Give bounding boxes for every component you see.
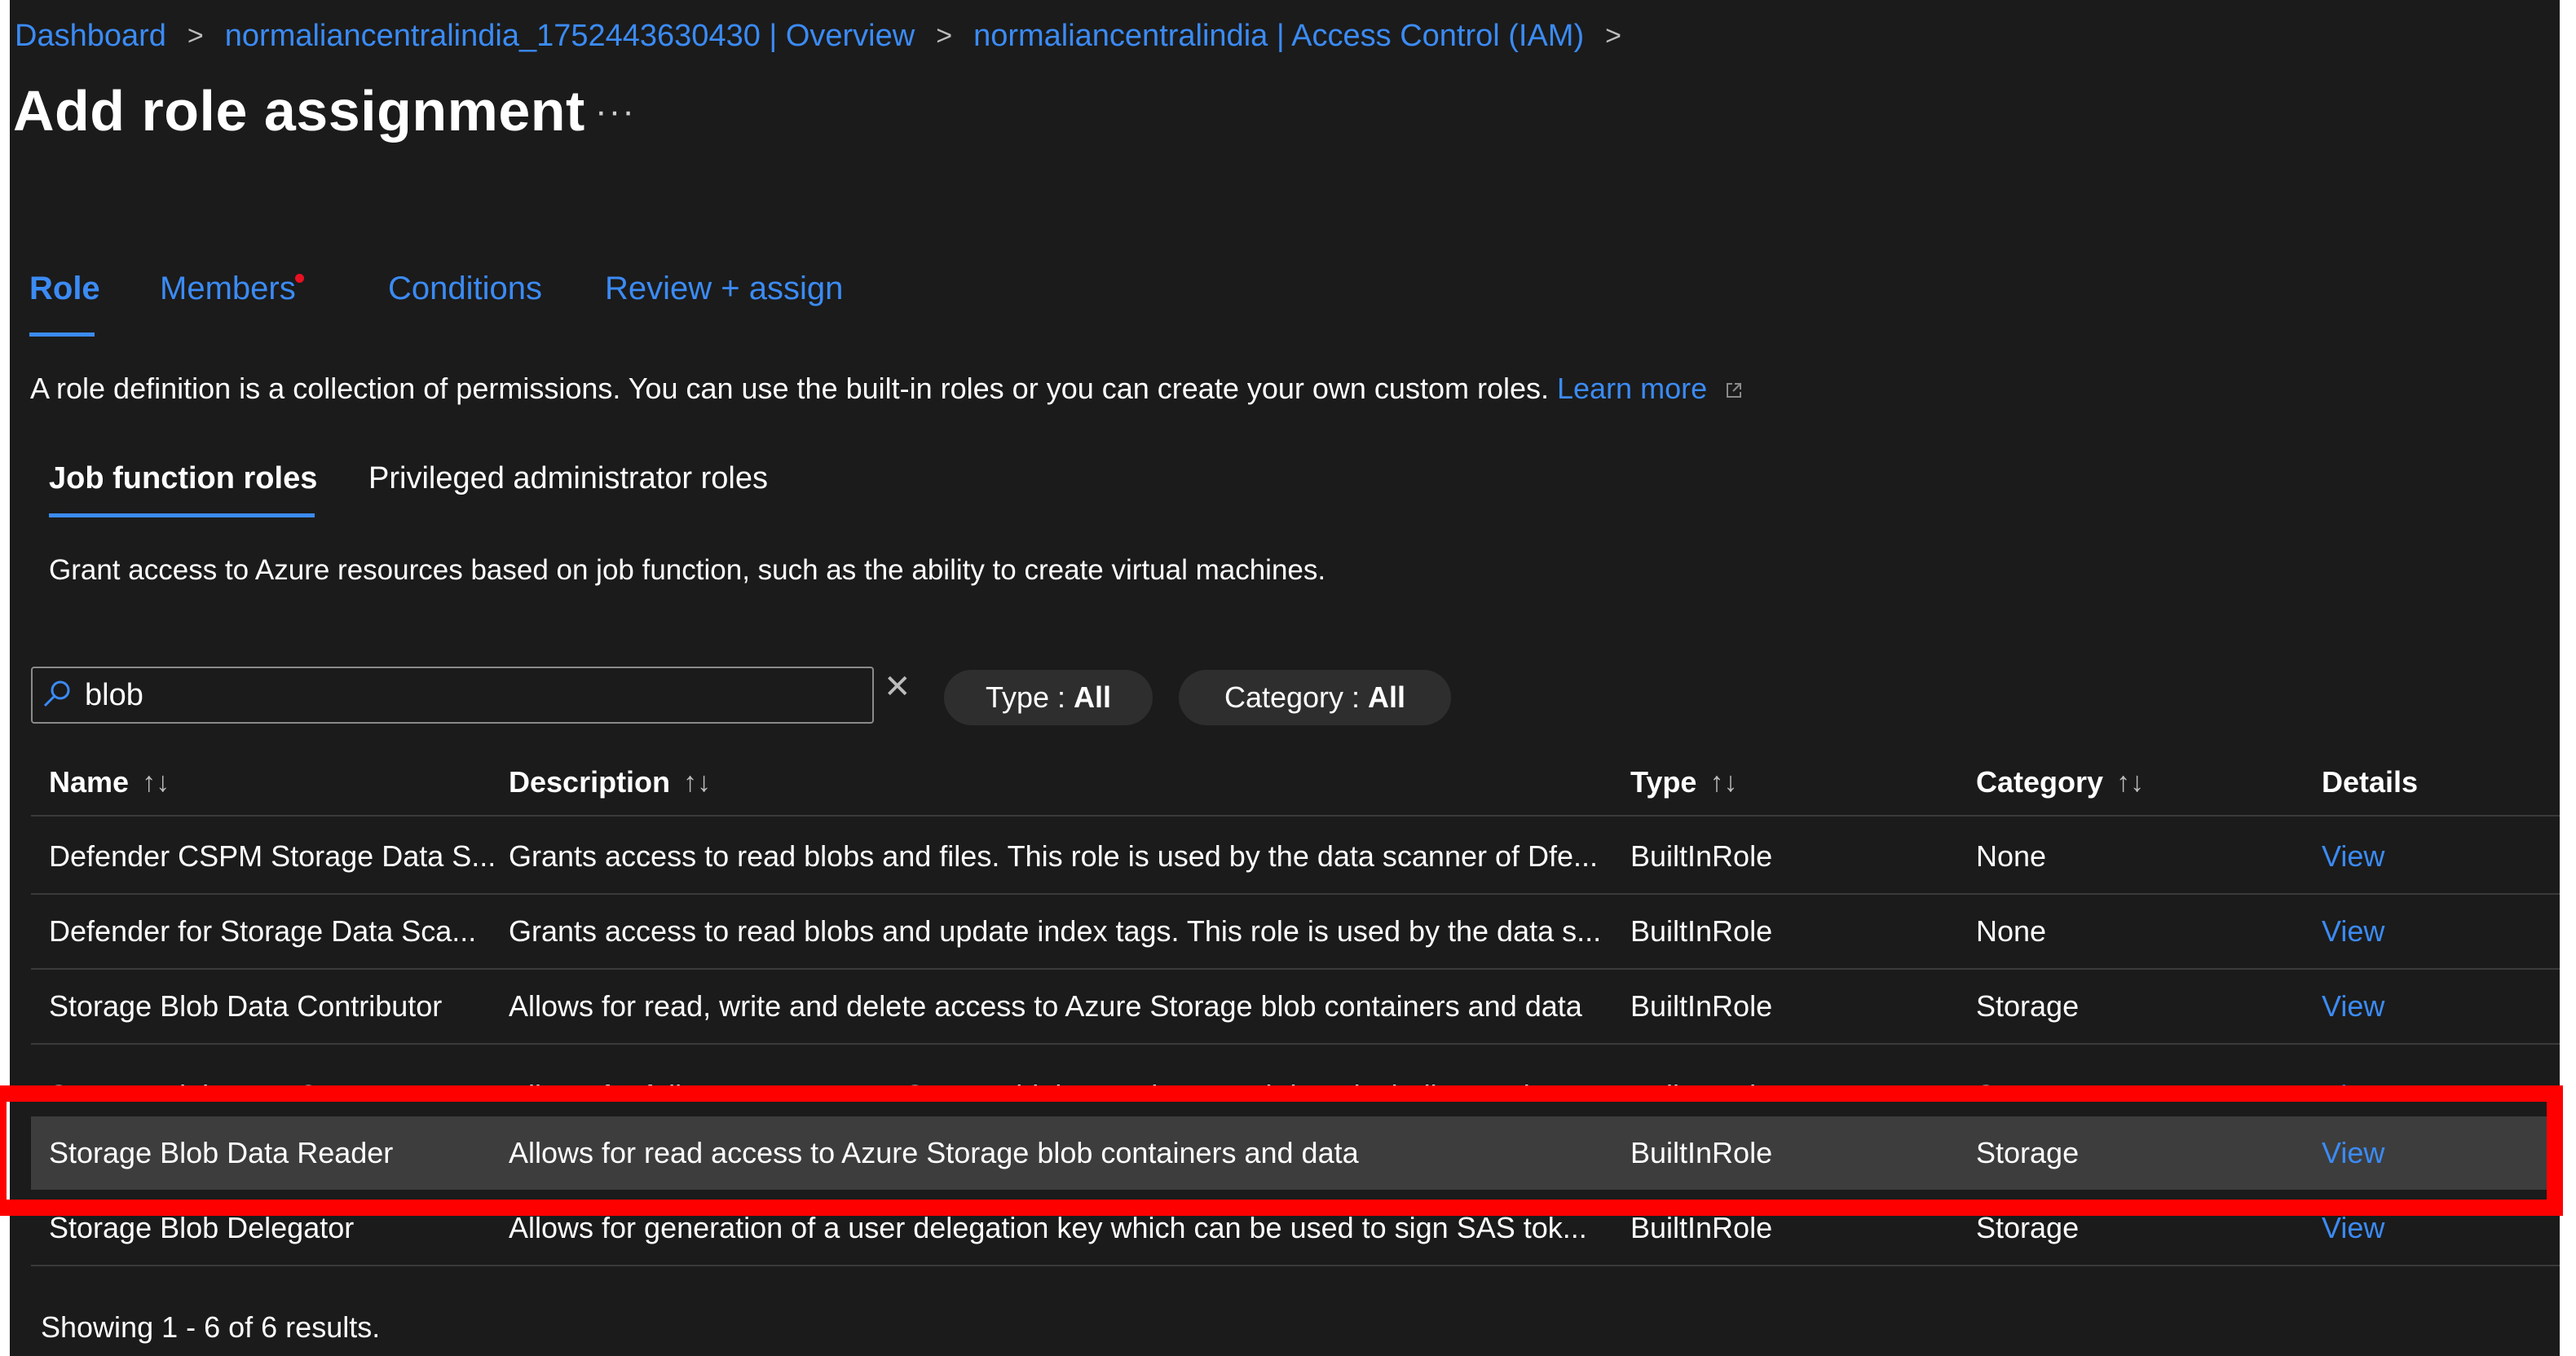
table-row-selected[interactable]: Storage Blob Data Reader Allows for read… bbox=[31, 1116, 2560, 1190]
breadcrumb-item-access-control[interactable]: normaliancentralindia | Access Control (… bbox=[973, 19, 1584, 54]
sort-icon[interactable]: ↑↓ bbox=[142, 767, 170, 799]
table-row-partial[interactable]: Storage Blob Data Owner Allows for full … bbox=[31, 1046, 2560, 1085]
row-divider bbox=[31, 1265, 2560, 1266]
role-name: Storage Blob Delegator bbox=[49, 1211, 355, 1244]
results-count: Showing 1 - 6 of 6 results. bbox=[41, 1310, 381, 1344]
role-category: Storage bbox=[1976, 989, 2080, 1023]
search-input[interactable] bbox=[83, 675, 853, 715]
role-description: Allows for read, write and delete access… bbox=[509, 989, 1582, 1023]
column-header-name[interactable]: Name ↑↓ bbox=[49, 758, 170, 807]
role-type: BuiltInRole bbox=[1630, 1136, 1773, 1169]
job-function-underline bbox=[49, 513, 315, 517]
tab-privileged-admin-roles[interactable]: Privileged administrator roles bbox=[368, 461, 768, 496]
chevron-right-icon: > bbox=[1605, 20, 1621, 51]
row-divider bbox=[31, 1043, 2560, 1045]
chevron-right-icon: > bbox=[936, 20, 953, 51]
role-name: Storage Blob Data Reader bbox=[49, 1136, 394, 1169]
learn-more-link[interactable]: Learn more bbox=[1557, 372, 1707, 405]
role-definition-description: A role definition is a collection of per… bbox=[30, 372, 1743, 406]
tab-review-assign[interactable]: Review + assign bbox=[605, 271, 843, 307]
job-function-description: Grant access to Azure resources based on… bbox=[49, 554, 1326, 586]
page-title: Add role assignment bbox=[13, 79, 585, 143]
role-type: BuiltInRole bbox=[1630, 1211, 1773, 1244]
column-header-details: Details bbox=[2322, 758, 2418, 807]
table-row[interactable]: Defender CSPM Storage Data S... Grants a… bbox=[31, 820, 2560, 893]
role-type: BuiltInRole bbox=[1630, 839, 1773, 873]
chevron-right-icon: > bbox=[187, 20, 204, 51]
type-filter-button[interactable]: Type : All bbox=[944, 670, 1153, 725]
category-filter-button[interactable]: Category : All bbox=[1179, 670, 1451, 725]
column-header-category[interactable]: Category ↑↓ bbox=[1976, 758, 2144, 807]
header-divider bbox=[31, 815, 2560, 817]
view-details-link[interactable]: View bbox=[2322, 820, 2485, 893]
column-header-type-label: Type bbox=[1630, 765, 1697, 799]
tab-conditions[interactable]: Conditions bbox=[388, 271, 542, 307]
category-filter-label: Category : bbox=[1224, 680, 1361, 714]
role-category: Storage bbox=[1976, 1136, 2080, 1169]
role-name: Defender CSPM Storage Data S... bbox=[49, 839, 496, 873]
view-details-link[interactable]: View bbox=[2322, 1116, 2485, 1190]
role-type: BuiltInRole bbox=[1630, 1059, 1956, 1085]
view-details-link[interactable]: View bbox=[2322, 1059, 2485, 1085]
view-details-link[interactable]: View bbox=[2322, 895, 2485, 968]
column-header-category-label: Category bbox=[1976, 765, 2104, 799]
table-row[interactable]: Storage Blob Data Owner Allows for full … bbox=[31, 1046, 2560, 1085]
view-details-link[interactable]: View bbox=[2322, 1191, 2485, 1265]
column-header-description[interactable]: Description ↑↓ bbox=[509, 758, 711, 807]
role-name: Storage Blob Data Contributor bbox=[49, 989, 443, 1023]
role-description: Allows for generation of a user delegati… bbox=[509, 1211, 1587, 1244]
role-type: BuiltInRole bbox=[1630, 914, 1773, 948]
tab-role[interactable]: Role bbox=[29, 271, 100, 307]
tab-members[interactable]: Members bbox=[160, 271, 296, 307]
column-header-details-label: Details bbox=[2322, 765, 2419, 799]
tab-role-underline bbox=[29, 332, 95, 337]
role-name: Defender for Storage Data Sca... bbox=[49, 914, 477, 948]
table-row[interactable]: Storage Blob Data Contributor Allows for… bbox=[31, 970, 2560, 1043]
category-filter-value: All bbox=[1368, 680, 1406, 714]
column-header-name-label: Name bbox=[49, 765, 130, 799]
clear-search-button[interactable]: ✕ bbox=[884, 668, 911, 706]
sort-icon[interactable]: ↑↓ bbox=[683, 767, 711, 799]
breadcrumb-item-dashboard[interactable]: Dashboard bbox=[15, 19, 166, 54]
table-row[interactable]: Storage Blob Delegator Allows for genera… bbox=[31, 1191, 2560, 1265]
sort-icon[interactable]: ↑↓ bbox=[2116, 767, 2144, 799]
search-box[interactable] bbox=[31, 667, 874, 724]
portal-canvas: Dashboard > normaliancentralindia_175244… bbox=[10, 0, 2560, 1356]
intro-text: A role definition is a collection of per… bbox=[30, 372, 1549, 405]
breadcrumb-item-overview[interactable]: normaliancentralindia_1752443630430 | Ov… bbox=[225, 19, 915, 54]
type-filter-value: All bbox=[1074, 680, 1112, 714]
role-description: Grants access to read blobs and files. T… bbox=[509, 839, 1599, 873]
type-filter-label: Type : bbox=[985, 680, 1066, 714]
sort-icon[interactable]: ↑↓ bbox=[1709, 767, 1737, 799]
role-description: Grants access to read blobs and update i… bbox=[509, 914, 1602, 948]
role-category: Storage bbox=[1976, 1059, 2302, 1085]
search-icon bbox=[43, 680, 70, 707]
role-type: BuiltInRole bbox=[1630, 989, 1773, 1023]
role-category: None bbox=[1976, 914, 2047, 948]
column-header-type[interactable]: Type ↑↓ bbox=[1630, 758, 1737, 807]
tab-job-function-roles[interactable]: Job function roles bbox=[49, 461, 317, 496]
role-description: Allows for full access to Azure Storage … bbox=[509, 1059, 1625, 1085]
column-header-description-label: Description bbox=[509, 765, 671, 799]
required-indicator-dot bbox=[295, 274, 304, 283]
table-row[interactable]: Defender for Storage Data Sca... Grants … bbox=[31, 895, 2560, 968]
breadcrumb: Dashboard > normaliancentralindia_175244… bbox=[15, 11, 1643, 60]
view-details-link[interactable]: View bbox=[2322, 970, 2485, 1043]
role-description: Allows for read access to Azure Storage … bbox=[509, 1136, 1359, 1169]
role-category: Storage bbox=[1976, 1211, 2080, 1244]
external-link-icon bbox=[1727, 383, 1742, 398]
role-name: Storage Blob Data Owner bbox=[49, 1059, 505, 1085]
more-options-button[interactable]: ··· bbox=[595, 91, 636, 132]
role-category: None bbox=[1976, 839, 2047, 873]
